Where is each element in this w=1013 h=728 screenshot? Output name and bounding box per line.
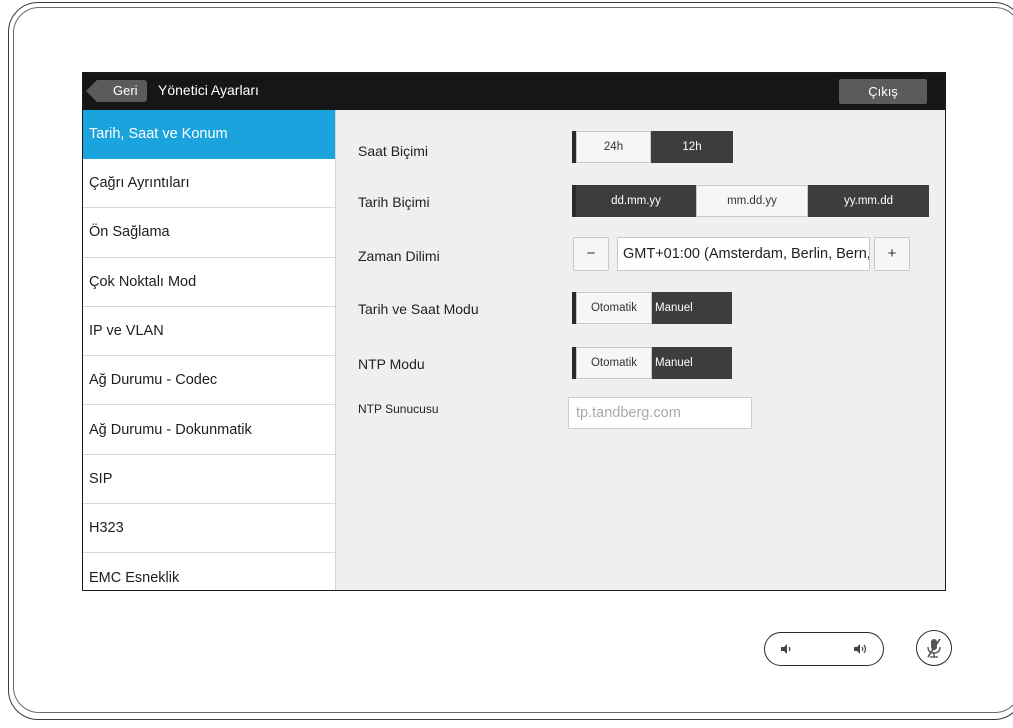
ntp-server-label: NTP Sunucusu [358, 402, 439, 416]
sidebar-item-h323[interactable]: H323 [83, 504, 335, 554]
back-button[interactable]: Geri [86, 80, 147, 102]
microphone-muted-icon [924, 637, 944, 664]
ntp-mode-label: NTP Modu [358, 356, 425, 372]
ntp-mode-manual-option[interactable]: Manuel [652, 347, 732, 379]
time-zone-label: Zaman Dilimi [358, 248, 440, 264]
date-time-mode-label: Tarih ve Saat Modu [358, 301, 479, 317]
ntp-mode-toggle: Otomatik Manuel [572, 347, 732, 379]
sidebar-item-provisioning[interactable]: Ön Sağlama [83, 208, 335, 258]
sidebar-item-call-details[interactable]: Çağrı Ayrıntıları [83, 159, 335, 209]
volume-up-icon[interactable] [853, 642, 869, 661]
time-zone-previous-button[interactable]: − [573, 237, 609, 271]
time-format-24h-option[interactable]: 24h [576, 131, 651, 163]
sidebar-item-label: Çok Noktalı Mod [89, 273, 197, 290]
time-zone-next-button[interactable]: + [874, 237, 910, 271]
sidebar-item-network-status-codec[interactable]: Ağ Durumu - Codec [83, 356, 335, 406]
date-format-yymmdd-option[interactable]: yy.mm.dd [808, 185, 929, 217]
top-bar: Geri Yönetici Ayarları Çıkış [83, 73, 945, 110]
exit-button[interactable]: Çıkış [839, 79, 927, 104]
time-format-label: Saat Biçimi [358, 143, 429, 159]
sidebar-item-multipoint-mode[interactable]: Çok Noktalı Mod [83, 258, 335, 307]
settings-sidebar: Tarih, Saat ve Konum Çağrı Ayrıntıları Ö… [83, 110, 336, 590]
date-time-mode-automatic-option[interactable]: Otomatik [576, 292, 652, 324]
sidebar-item-emc-resilience[interactable]: EMC Esneklik [83, 553, 335, 590]
volume-control[interactable] [764, 632, 884, 666]
sidebar-item-sip[interactable]: SIP [83, 455, 335, 505]
sidebar-item-label: Ağ Durumu - Dokunmatik [89, 421, 252, 438]
sidebar-item-label: EMC Esneklik [89, 569, 180, 586]
date-time-mode-toggle: Otomatik Manuel [572, 292, 732, 324]
microphone-mute-button[interactable] [916, 630, 952, 666]
page-title: Yönetici Ayarları [158, 82, 259, 98]
sidebar-item-label: Ağ Durumu - Codec [89, 372, 218, 389]
sidebar-item-network-status-touch[interactable]: Ağ Durumu - Dokunmatik [83, 405, 335, 455]
date-format-toggle: dd.mm.yy mm.dd.yy yy.mm.dd [572, 185, 929, 217]
sidebar-item-label: IP ve VLAN [89, 323, 164, 340]
sidebar-item-label: H323 [89, 520, 124, 537]
date-format-mmddyy-option[interactable]: mm.dd.yy [696, 185, 808, 217]
ntp-mode-automatic-option[interactable]: Otomatik [576, 347, 652, 379]
time-format-toggle: 24h 12h [572, 131, 733, 163]
admin-settings-window: Geri Yönetici Ayarları Çıkış Tarih, Saat… [82, 72, 946, 591]
time-format-12h-option[interactable]: 12h [651, 131, 733, 163]
sidebar-item-date-time-location[interactable]: Tarih, Saat ve Konum [83, 110, 335, 159]
sidebar-item-label: Tarih, Saat ve Konum [89, 126, 228, 142]
sidebar-item-ip-vlan[interactable]: IP ve VLAN [83, 307, 335, 357]
sidebar-item-label: Çağrı Ayrıntıları [89, 175, 190, 192]
date-time-mode-manual-option[interactable]: Manuel [652, 292, 732, 324]
ntp-server-input[interactable] [568, 397, 752, 429]
sidebar-item-label: SIP [89, 470, 113, 487]
volume-down-icon[interactable] [779, 642, 793, 661]
date-format-ddmmyy-option[interactable]: dd.mm.yy [576, 185, 696, 217]
date-format-label: Tarih Biçimi [358, 194, 430, 210]
sidebar-item-label: Ön Sağlama [89, 224, 170, 241]
time-zone-value: GMT+01:00 (Amsterdam, Berlin, Bern, Rome… [617, 237, 870, 271]
